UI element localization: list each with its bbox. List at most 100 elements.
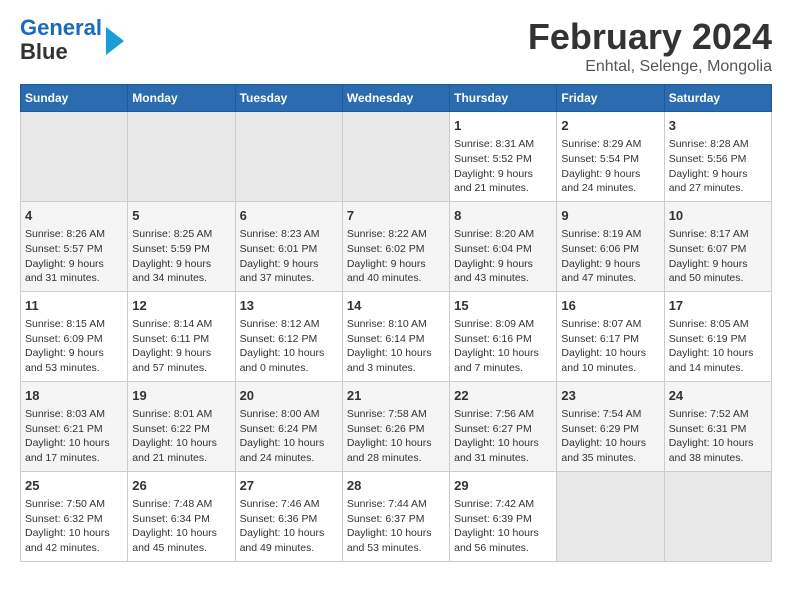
calendar-cell: 18Sunrise: 8:03 AMSunset: 6:21 PMDayligh…	[21, 381, 128, 471]
day-info: Sunrise: 8:10 AM	[347, 317, 445, 332]
day-info: Daylight: 10 hours	[561, 346, 659, 361]
day-info: Sunset: 6:27 PM	[454, 422, 552, 437]
logo-arrow-icon	[106, 27, 124, 55]
day-info: Daylight: 9 hours	[561, 167, 659, 182]
day-info: and 28 minutes.	[347, 451, 445, 466]
day-info: Daylight: 10 hours	[132, 526, 230, 541]
day-info: Sunrise: 8:09 AM	[454, 317, 552, 332]
title-block: February 2024 Enhtal, Selenge, Mongolia	[528, 16, 772, 76]
calendar-cell: 11Sunrise: 8:15 AMSunset: 6:09 PMDayligh…	[21, 291, 128, 381]
calendar-cell: 26Sunrise: 7:48 AMSunset: 6:34 PMDayligh…	[128, 471, 235, 561]
day-info: Daylight: 10 hours	[669, 346, 767, 361]
logo-text: General Blue	[20, 16, 102, 64]
calendar-cell: 3Sunrise: 8:28 AMSunset: 5:56 PMDaylight…	[664, 112, 771, 202]
day-info: Sunset: 6:32 PM	[25, 512, 123, 527]
calendar-cell: 15Sunrise: 8:09 AMSunset: 6:16 PMDayligh…	[450, 291, 557, 381]
day-info: Sunrise: 7:54 AM	[561, 407, 659, 422]
header-thursday: Thursday	[450, 85, 557, 112]
day-info: Sunrise: 8:26 AM	[25, 227, 123, 242]
day-info: Sunset: 6:24 PM	[240, 422, 338, 437]
calendar-cell	[128, 112, 235, 202]
day-info: and 50 minutes.	[669, 271, 767, 286]
week-row-1: 1Sunrise: 8:31 AMSunset: 5:52 PMDaylight…	[21, 112, 772, 202]
day-info: Sunrise: 8:07 AM	[561, 317, 659, 332]
day-number: 10	[669, 207, 767, 225]
logo: General Blue	[20, 16, 124, 64]
day-info: Sunrise: 7:48 AM	[132, 497, 230, 512]
day-info: Sunrise: 8:00 AM	[240, 407, 338, 422]
day-info: Daylight: 9 hours	[347, 257, 445, 272]
day-info: Sunset: 6:17 PM	[561, 332, 659, 347]
day-info: and 56 minutes.	[454, 541, 552, 556]
day-info: and 34 minutes.	[132, 271, 230, 286]
day-info: Sunrise: 8:14 AM	[132, 317, 230, 332]
day-number: 14	[347, 297, 445, 315]
calendar-cell: 29Sunrise: 7:42 AMSunset: 6:39 PMDayligh…	[450, 471, 557, 561]
day-info: Daylight: 10 hours	[454, 346, 552, 361]
day-info: Sunset: 5:56 PM	[669, 152, 767, 167]
day-info: Sunset: 6:22 PM	[132, 422, 230, 437]
day-info: Daylight: 10 hours	[347, 436, 445, 451]
day-info: Daylight: 9 hours	[25, 346, 123, 361]
day-info: Sunrise: 7:42 AM	[454, 497, 552, 512]
day-info: Sunrise: 7:50 AM	[25, 497, 123, 512]
day-info: and 37 minutes.	[240, 271, 338, 286]
day-number: 27	[240, 477, 338, 495]
day-info: Daylight: 10 hours	[25, 436, 123, 451]
day-number: 12	[132, 297, 230, 315]
day-number: 7	[347, 207, 445, 225]
calendar-cell	[235, 112, 342, 202]
week-row-2: 4Sunrise: 8:26 AMSunset: 5:57 PMDaylight…	[21, 201, 772, 291]
day-info: Sunset: 6:31 PM	[669, 422, 767, 437]
day-info: Sunrise: 8:23 AM	[240, 227, 338, 242]
header-friday: Friday	[557, 85, 664, 112]
day-info: Sunrise: 8:19 AM	[561, 227, 659, 242]
day-info: Daylight: 10 hours	[561, 436, 659, 451]
day-info: Sunset: 6:12 PM	[240, 332, 338, 347]
calendar-cell: 17Sunrise: 8:05 AMSunset: 6:19 PMDayligh…	[664, 291, 771, 381]
day-info: Sunset: 6:36 PM	[240, 512, 338, 527]
calendar-header-row: SundayMondayTuesdayWednesdayThursdayFrid…	[21, 85, 772, 112]
calendar-cell: 28Sunrise: 7:44 AMSunset: 6:37 PMDayligh…	[342, 471, 449, 561]
day-info: and 7 minutes.	[454, 361, 552, 376]
calendar-cell: 1Sunrise: 8:31 AMSunset: 5:52 PMDaylight…	[450, 112, 557, 202]
day-info: Sunrise: 8:03 AM	[25, 407, 123, 422]
day-info: Daylight: 10 hours	[240, 526, 338, 541]
day-info: Sunset: 6:02 PM	[347, 242, 445, 257]
day-info: and 0 minutes.	[240, 361, 338, 376]
day-info: Sunset: 6:11 PM	[132, 332, 230, 347]
day-number: 20	[240, 387, 338, 405]
day-info: and 47 minutes.	[561, 271, 659, 286]
day-number: 5	[132, 207, 230, 225]
day-info: Sunset: 5:54 PM	[561, 152, 659, 167]
week-row-5: 25Sunrise: 7:50 AMSunset: 6:32 PMDayligh…	[21, 471, 772, 561]
day-info: and 49 minutes.	[240, 541, 338, 556]
day-info: and 35 minutes.	[561, 451, 659, 466]
calendar-cell: 4Sunrise: 8:26 AMSunset: 5:57 PMDaylight…	[21, 201, 128, 291]
day-info: Sunrise: 7:46 AM	[240, 497, 338, 512]
day-number: 16	[561, 297, 659, 315]
day-info: Daylight: 9 hours	[561, 257, 659, 272]
day-info: and 31 minutes.	[454, 451, 552, 466]
day-number: 8	[454, 207, 552, 225]
calendar-cell: 5Sunrise: 8:25 AMSunset: 5:59 PMDaylight…	[128, 201, 235, 291]
day-info: Sunrise: 8:22 AM	[347, 227, 445, 242]
day-number: 26	[132, 477, 230, 495]
calendar-cell: 25Sunrise: 7:50 AMSunset: 6:32 PMDayligh…	[21, 471, 128, 561]
calendar-cell: 27 Sunrise: 7:46 AMSunset: 6:36 PMDayligh…	[235, 471, 342, 561]
day-number: 29	[454, 477, 552, 495]
day-info: and 53 minutes.	[347, 541, 445, 556]
calendar-cell: 8Sunrise: 8:20 AMSunset: 6:04 PMDaylight…	[450, 201, 557, 291]
day-info: Sunset: 6:16 PM	[454, 332, 552, 347]
calendar-cell: 23 Sunrise: 7:54 AMSunset: 6:29 PMDayligh…	[557, 381, 664, 471]
day-number: 23	[561, 387, 659, 405]
day-info: Daylight: 10 hours	[240, 346, 338, 361]
calendar-cell	[557, 471, 664, 561]
calendar-cell: 21Sunrise: 7:58 AMSunset: 6:26 PMDayligh…	[342, 381, 449, 471]
day-info: Daylight: 10 hours	[347, 526, 445, 541]
day-info: and 31 minutes.	[25, 271, 123, 286]
day-info: Sunset: 6:21 PM	[25, 422, 123, 437]
calendar-cell: 6Sunrise: 8:23 AMSunset: 6:01 PMDaylight…	[235, 201, 342, 291]
day-info: Sunset: 6:29 PM	[561, 422, 659, 437]
day-info: and 53 minutes.	[25, 361, 123, 376]
